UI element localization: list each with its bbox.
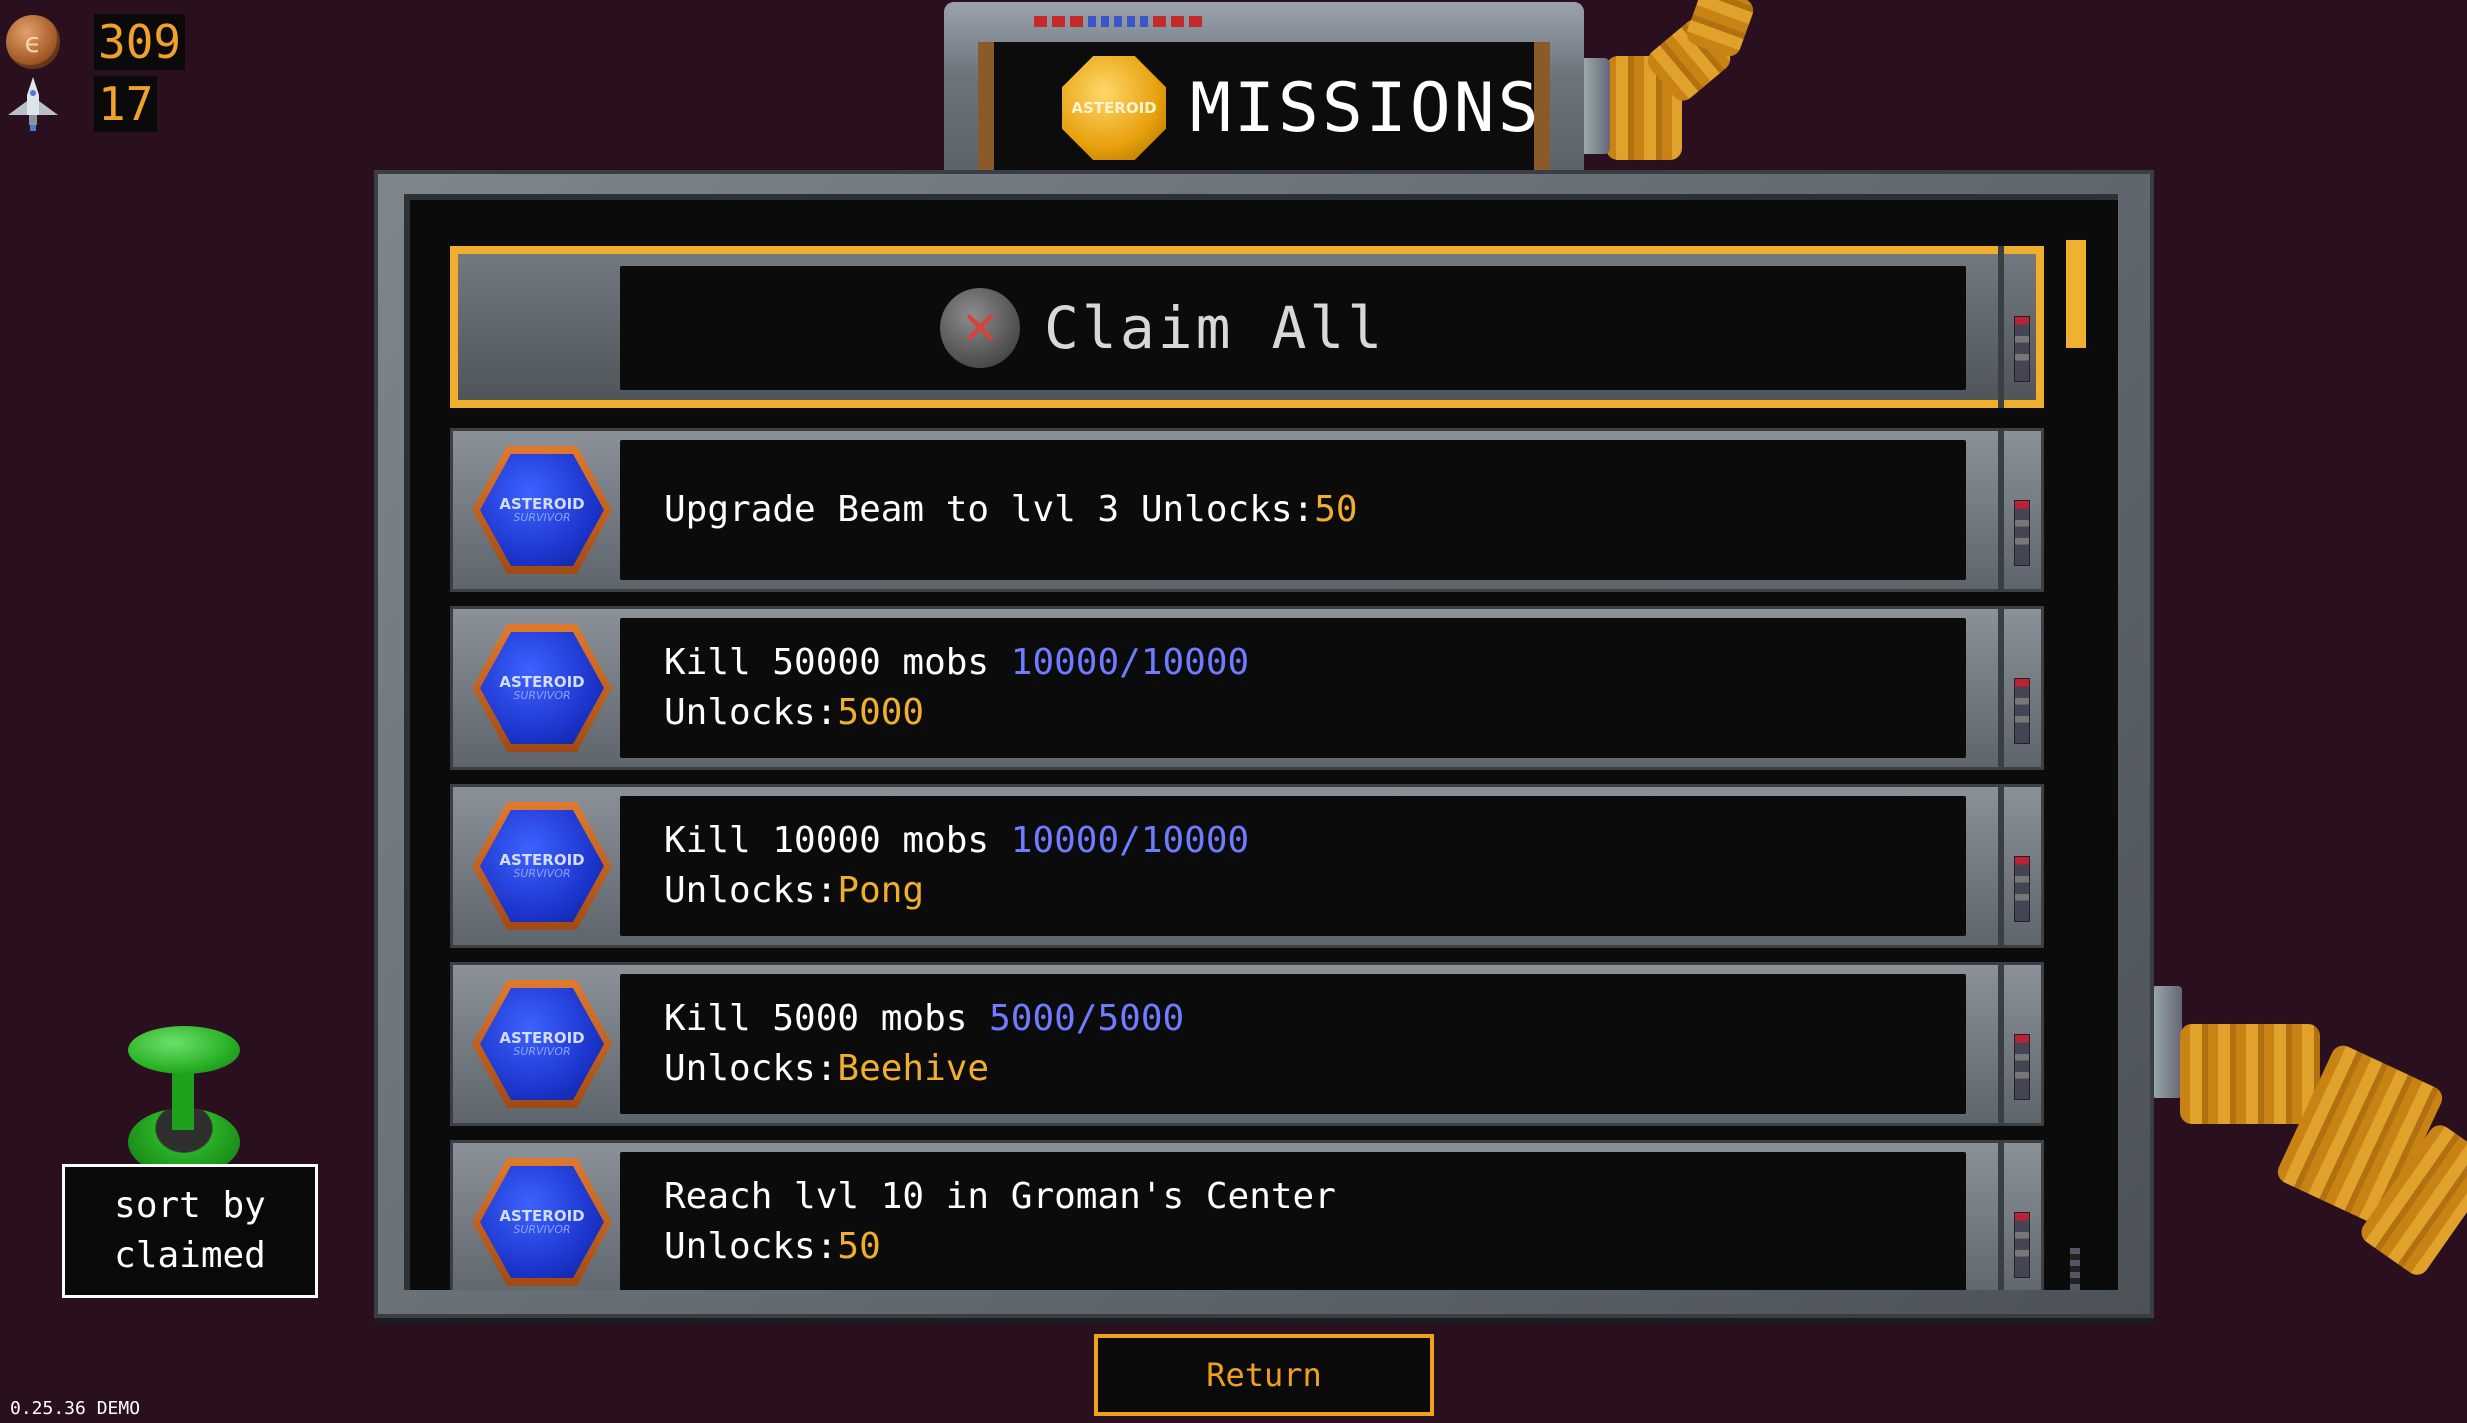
asteroid-survivor-badge-icon: ASTEROID SURVIVOR (472, 624, 612, 752)
status-lights (2014, 500, 2030, 566)
missions-panel: ✕ Claim All ASTEROID SURVIVOR Upgrade Bea… (374, 170, 2154, 1318)
mission-text: Reach lvl 10 in Groman's Center Unlocks:… (664, 1176, 1336, 1267)
ships-value: 17 (94, 76, 158, 132)
sort-label-line1: sort by (114, 1185, 266, 1226)
sort-label-line2: claimed (114, 1235, 266, 1276)
page-title: MISSIONS (1190, 69, 1542, 148)
mission-item[interactable]: ASTEROID SURVIVOR Kill 50000 mobs 10000/1… (450, 606, 2044, 770)
ship-icon (8, 77, 58, 131)
status-lights (2014, 1212, 2030, 1278)
asteroid-survivor-badge-icon: ASTEROID SURVIVOR (472, 802, 612, 930)
asteroid-badge-icon: ASTEROID (1062, 56, 1166, 160)
close-icon: ✕ (940, 288, 1020, 368)
asteroid-survivor-badge-icon: ASTEROID SURVIVOR (472, 1158, 612, 1286)
missions-list[interactable]: ✕ Claim All ASTEROID SURVIVOR Upgrade Bea… (404, 194, 2118, 1290)
return-button[interactable]: Return (1094, 1334, 1434, 1416)
mission-item[interactable]: ASTEROID SURVIVOR Kill 10000 mobs 10000/1… (450, 784, 2044, 948)
sort-by-claimed-button[interactable]: sort by claimed (62, 1164, 318, 1298)
mission-text: Kill 5000 mobs 5000/5000 Unlocks:Beehive (664, 998, 1185, 1089)
indicator-lights (1034, 16, 1202, 27)
mission-item[interactable]: ASTEROID SURVIVOR Kill 5000 mobs 5000/500… (450, 962, 2044, 1126)
claim-all-button[interactable]: ✕ Claim All (450, 246, 2044, 408)
mission-item[interactable]: ASTEROID SURVIVOR Upgrade Beam to lvl 3 U… (450, 428, 2044, 592)
scroll-indicator-lights (2070, 1248, 2080, 1290)
coins-counter: ϵ 309 (6, 12, 186, 72)
title-header: ASTEROID MISSIONS (944, 2, 1584, 188)
claim-all-label: Claim All (1044, 294, 1386, 362)
coin-icon: ϵ (6, 15, 60, 69)
coins-value: 309 (94, 14, 186, 70)
mission-text: Kill 50000 mobs 10000/10000 Unlocks:5000 (664, 642, 1250, 733)
status-lights (2014, 856, 2030, 922)
asteroid-survivor-badge-icon: ASTEROID SURVIVOR (472, 446, 612, 574)
status-lights (2014, 1034, 2030, 1100)
mission-text: Kill 10000 mobs 10000/10000 Unlocks:Pong (664, 820, 1250, 911)
asteroid-survivor-badge-icon: ASTEROID SURVIVOR (472, 980, 612, 1108)
scrollbar-thumb[interactable] (2066, 240, 2086, 348)
mission-text: Upgrade Beam to lvl 3 Unlocks:50 (664, 489, 1358, 530)
mission-item[interactable]: ASTEROID SURVIVOR Reach lvl 10 in Groman'… (450, 1140, 2044, 1290)
title-connector (1584, 58, 1610, 154)
ships-counter: 17 (6, 74, 158, 134)
version-label: 0.25.36 DEMO (10, 1398, 141, 1419)
status-lights (2014, 678, 2030, 744)
status-lights (2014, 316, 2030, 382)
